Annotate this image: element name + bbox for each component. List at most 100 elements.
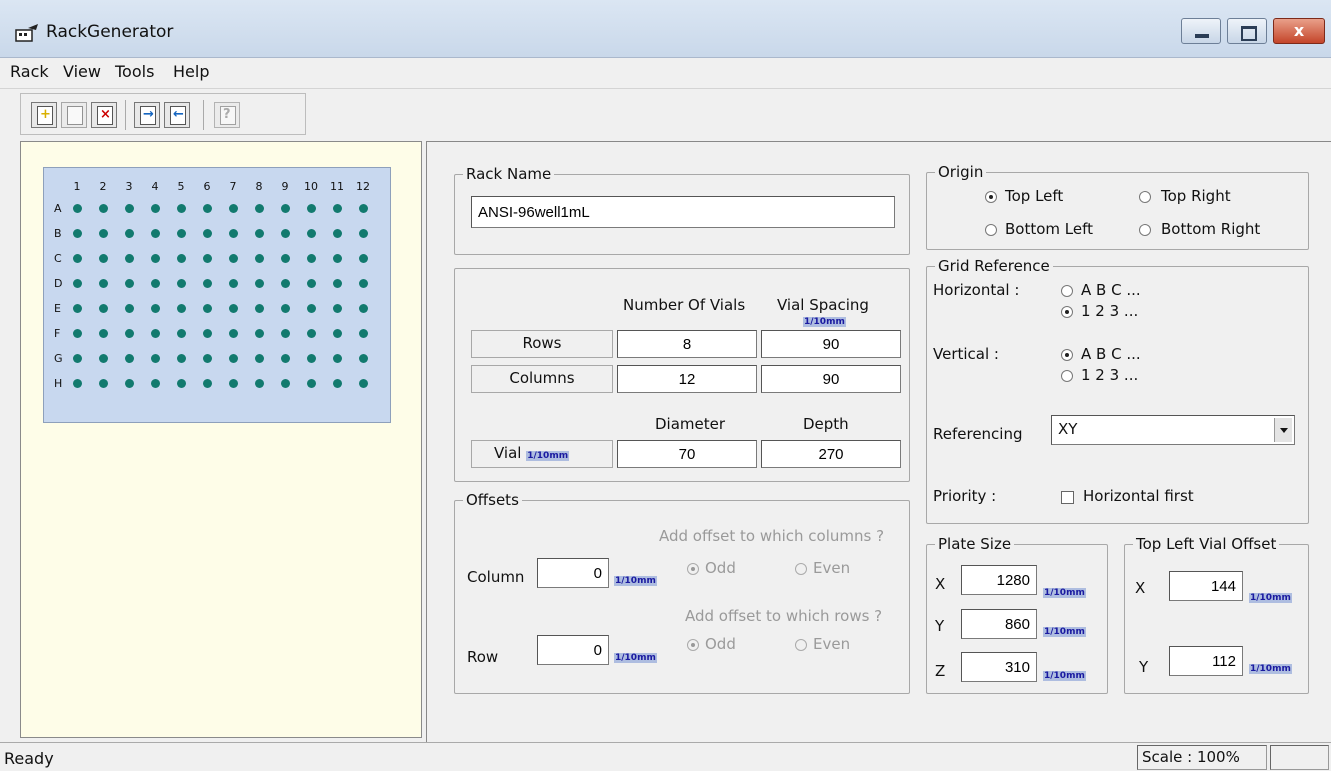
origin-top-right-radio[interactable] <box>1139 191 1151 203</box>
referencing-select[interactable]: XY <box>1051 415 1295 445</box>
plate-well[interactable] <box>125 304 134 313</box>
plate-well[interactable] <box>125 279 134 288</box>
plate-well[interactable] <box>125 254 134 263</box>
plate-well[interactable] <box>359 254 368 263</box>
plate-well[interactable] <box>307 379 316 388</box>
plate-well[interactable] <box>255 229 264 238</box>
plate-well[interactable] <box>281 254 290 263</box>
plate-well[interactable] <box>99 279 108 288</box>
plate-well[interactable] <box>229 254 238 263</box>
plate-well[interactable] <box>359 379 368 388</box>
plate-well[interactable] <box>177 279 186 288</box>
help-icon[interactable]: ? <box>214 102 240 128</box>
plate-well[interactable] <box>203 229 212 238</box>
menu-rack[interactable]: Rack <box>10 62 49 81</box>
origin-bottom-right-radio[interactable] <box>1139 224 1151 236</box>
plate-well[interactable] <box>333 229 342 238</box>
vial-diameter-input[interactable] <box>617 440 757 468</box>
plate-well[interactable] <box>125 204 134 213</box>
plate-well[interactable] <box>307 329 316 338</box>
plate-well[interactable] <box>229 229 238 238</box>
plate-well[interactable] <box>203 304 212 313</box>
plate-well[interactable] <box>255 254 264 263</box>
plate-well[interactable] <box>359 329 368 338</box>
menu-tools[interactable]: Tools <box>115 62 154 81</box>
plate-well[interactable] <box>359 354 368 363</box>
plate-well[interactable] <box>125 379 134 388</box>
plate-well[interactable] <box>99 254 108 263</box>
rack-plate-preview[interactable]: 1 2 3 4 5 6 7 8 9 10 11 12 A B C D E F G H <box>43 167 391 423</box>
plate-well[interactable] <box>255 304 264 313</box>
column-offset-odd-radio[interactable] <box>687 563 699 575</box>
maximize-button[interactable] <box>1227 18 1267 44</box>
plate-well[interactable] <box>229 204 238 213</box>
plate-well[interactable] <box>281 379 290 388</box>
plate-well[interactable] <box>73 229 82 238</box>
plate-well[interactable] <box>177 204 186 213</box>
plate-well[interactable] <box>333 329 342 338</box>
plate-well[interactable] <box>255 279 264 288</box>
plate-well[interactable] <box>281 229 290 238</box>
rows-count-input[interactable] <box>617 330 757 358</box>
plate-size-x-input[interactable] <box>961 565 1037 595</box>
plate-well[interactable] <box>333 304 342 313</box>
plate-well[interactable] <box>151 204 160 213</box>
plate-well[interactable] <box>99 354 108 363</box>
plate-well[interactable] <box>73 354 82 363</box>
plate-well[interactable] <box>73 279 82 288</box>
plate-well[interactable] <box>333 254 342 263</box>
plate-well[interactable] <box>307 204 316 213</box>
horizontal-first-checkbox[interactable] <box>1061 491 1074 504</box>
plate-well[interactable] <box>151 229 160 238</box>
plate-well[interactable] <box>359 229 368 238</box>
horizontal-letters-radio[interactable] <box>1061 285 1073 297</box>
plate-well[interactable] <box>73 379 82 388</box>
vial-depth-input[interactable] <box>761 440 901 468</box>
export-icon[interactable]: → <box>134 102 160 128</box>
plate-well[interactable] <box>177 229 186 238</box>
plate-well[interactable] <box>177 354 186 363</box>
close-button[interactable]: x <box>1273 18 1325 44</box>
plate-well[interactable] <box>307 254 316 263</box>
plate-well[interactable] <box>99 329 108 338</box>
vial-offset-x-input[interactable] <box>1169 571 1243 601</box>
plate-well[interactable] <box>255 354 264 363</box>
vertical-letters-radio[interactable] <box>1061 349 1073 361</box>
plate-well[interactable] <box>229 279 238 288</box>
plate-well[interactable] <box>229 329 238 338</box>
column-offset-input[interactable] <box>537 558 609 588</box>
title-bar[interactable]: RackGenerator x <box>0 0 1331 58</box>
row-offset-input[interactable] <box>537 635 609 665</box>
plate-well[interactable] <box>229 304 238 313</box>
plate-well[interactable] <box>151 279 160 288</box>
plate-well[interactable] <box>73 204 82 213</box>
plate-well[interactable] <box>125 229 134 238</box>
plate-size-y-input[interactable] <box>961 609 1037 639</box>
plate-well[interactable] <box>333 354 342 363</box>
minimize-button[interactable] <box>1181 18 1221 44</box>
plate-well[interactable] <box>229 354 238 363</box>
row-offset-odd-radio[interactable] <box>687 639 699 651</box>
rows-spacing-input[interactable] <box>761 330 901 358</box>
row-offset-even-radio[interactable] <box>795 639 807 651</box>
columns-spacing-input[interactable] <box>761 365 901 393</box>
import-icon[interactable]: ← <box>164 102 190 128</box>
plate-well[interactable] <box>99 379 108 388</box>
plate-well[interactable] <box>99 204 108 213</box>
plate-well[interactable] <box>177 329 186 338</box>
plate-well[interactable] <box>333 279 342 288</box>
plate-well[interactable] <box>359 304 368 313</box>
menu-help[interactable]: Help <box>173 62 209 81</box>
plate-size-z-input[interactable] <box>961 652 1037 682</box>
plate-well[interactable] <box>307 229 316 238</box>
plate-well[interactable] <box>203 379 212 388</box>
plate-well[interactable] <box>125 354 134 363</box>
plate-well[interactable] <box>359 204 368 213</box>
plate-well[interactable] <box>73 329 82 338</box>
plate-well[interactable] <box>307 304 316 313</box>
plate-well[interactable] <box>99 304 108 313</box>
plate-well[interactable] <box>151 254 160 263</box>
plate-well[interactable] <box>281 204 290 213</box>
plate-well[interactable] <box>203 329 212 338</box>
plate-well[interactable] <box>203 204 212 213</box>
